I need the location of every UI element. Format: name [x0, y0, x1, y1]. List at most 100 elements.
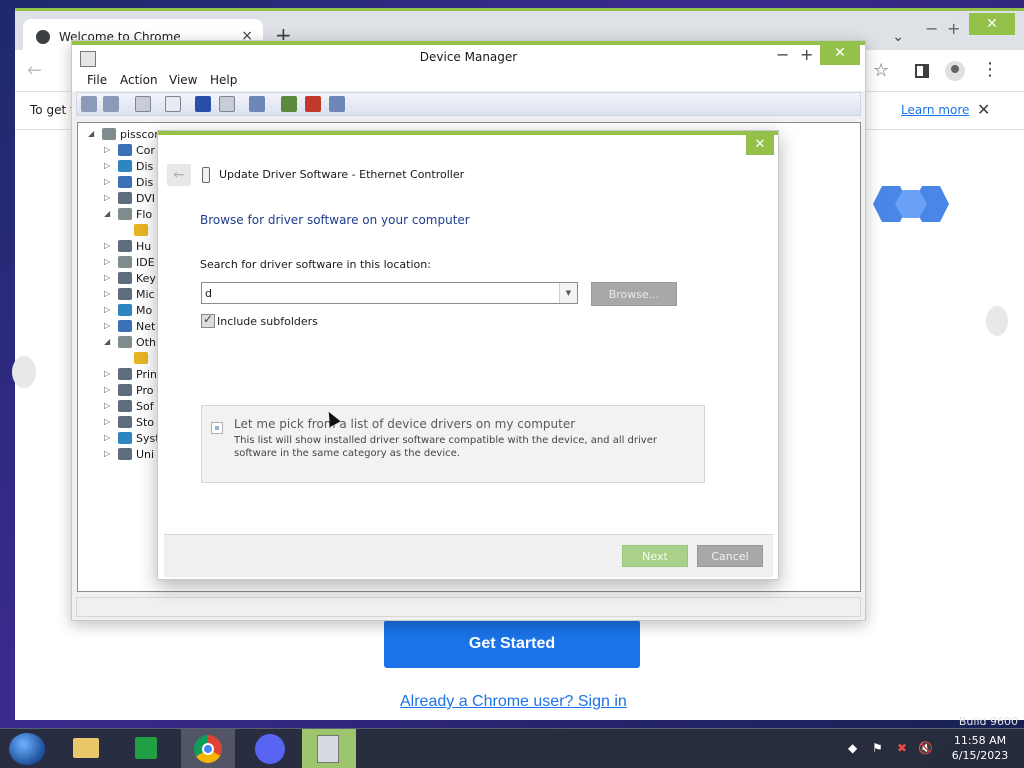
tree-expand-icon[interactable]: ▷	[104, 433, 110, 442]
taskbar-clock[interactable]: 11:58 AM 6/15/2023	[940, 733, 1020, 763]
search-location-label: Search for driver software in this locat…	[200, 258, 431, 271]
device-category-icon	[118, 336, 132, 348]
tree-expand-icon[interactable]: ▷	[104, 321, 110, 330]
action-center-flag-icon[interactable]: ⚑	[872, 741, 883, 755]
show-hidden-icons[interactable]: ◆	[848, 741, 857, 755]
menu-action[interactable]: Action	[120, 73, 158, 87]
dialog-footer: Next Cancel	[164, 534, 773, 577]
back-arrow-icon[interactable]: ←	[27, 60, 42, 81]
tree-expand-icon[interactable]: ▷	[104, 289, 110, 298]
menu-view[interactable]: View	[169, 73, 197, 87]
taskbar-store[interactable]	[118, 729, 172, 768]
tree-item-label: Oth	[136, 336, 156, 349]
taskbar-file-explorer[interactable]	[58, 729, 112, 768]
device-category-icon	[118, 256, 132, 268]
update-driver-icon[interactable]	[281, 96, 297, 112]
tree-collapse-icon[interactable]: ◢	[88, 129, 94, 138]
update-driver-dialog: ✕ ← Update Driver Software - Ethernet Co…	[157, 130, 779, 580]
include-subfolders-checkbox[interactable]	[201, 312, 215, 328]
tree-expand-icon[interactable]: ▷	[104, 161, 110, 170]
taskbar: ◆ ⚑ ✖ 🔇 11:58 AM 6/15/2023	[0, 728, 1024, 768]
tree-item-label: Sto	[136, 416, 155, 429]
forward-icon[interactable]	[103, 96, 119, 112]
infobar-text: To get f	[30, 103, 75, 117]
chrome-menu-icon[interactable]: ⋮	[981, 59, 999, 80]
device-category-icon	[118, 368, 132, 380]
infobar-close-icon[interactable]: ✕	[977, 100, 990, 119]
add-legacy-hardware-icon[interactable]	[329, 96, 345, 112]
volume-icon[interactable]: 🔇	[918, 741, 933, 755]
tree-expand-icon[interactable]: ▷	[104, 241, 110, 250]
cancel-button[interactable]: Cancel	[697, 545, 763, 567]
uninstall-device-icon[interactable]	[305, 96, 321, 112]
menu-help[interactable]: Help	[210, 73, 237, 87]
tree-item-label: IDE	[136, 256, 155, 269]
clock-date: 6/15/2023	[951, 749, 1009, 762]
tree-expand-icon[interactable]: ▷	[104, 369, 110, 378]
warning-device-icon	[134, 224, 148, 236]
device-manager-close-button[interactable]: ✕	[820, 41, 860, 65]
tree-collapse-icon[interactable]: ◢	[104, 209, 110, 218]
search-location-combobox[interactable]: ▼	[201, 282, 578, 304]
side-panel-icon[interactable]	[915, 64, 929, 78]
search-location-input[interactable]	[205, 285, 555, 301]
start-button[interactable]	[9, 733, 45, 765]
dialog-heading: Browse for driver software on your compu…	[200, 213, 470, 227]
tree-expand-icon[interactable]: ▷	[104, 273, 110, 282]
device-manager-maximize-button[interactable]: +	[800, 45, 813, 64]
ethernet-device-icon	[202, 167, 210, 183]
learn-more-link[interactable]: Learn more	[901, 103, 969, 117]
back-icon[interactable]	[81, 96, 97, 112]
taskbar-device-manager[interactable]	[302, 729, 356, 768]
chrome-maximize-button[interactable]: +	[947, 19, 960, 38]
view-icon[interactable]	[219, 96, 235, 112]
tree-expand-icon[interactable]: ▷	[104, 177, 110, 186]
network-icon[interactable]: ✖	[897, 741, 907, 755]
chrome-minimize-button[interactable]: −	[925, 19, 938, 38]
chrome-close-button[interactable]: ✕	[969, 13, 1015, 35]
tree-expand-icon[interactable]: ▷	[104, 401, 110, 410]
dialog-close-button[interactable]: ✕	[746, 135, 774, 155]
tree-expand-icon[interactable]: ▷	[104, 305, 110, 314]
get-started-button[interactable]: Get Started	[384, 620, 640, 668]
tree-item-label: Mic	[136, 288, 155, 301]
taskbar-discord[interactable]	[243, 729, 297, 768]
device-manager-statusbar	[76, 597, 861, 617]
show-hide-console-tree-icon[interactable]	[135, 96, 151, 112]
properties-icon[interactable]	[165, 96, 181, 112]
device-manager-titlebar[interactable]: Device Manager − + ✕	[72, 41, 865, 71]
tree-item-label: Dis	[136, 160, 154, 173]
device-manager-icon	[317, 735, 339, 763]
dialog-title: Update Driver Software - Ethernet Contro…	[219, 168, 465, 181]
tree-item-label: Syst	[136, 432, 160, 445]
browse-button[interactable]: Browse...	[591, 282, 677, 306]
store-icon	[135, 737, 157, 759]
menu-file[interactable]: File	[87, 73, 107, 87]
chrome-icon	[194, 735, 222, 763]
chevron-down-icon[interactable]: ▼	[559, 283, 577, 303]
tree-collapse-icon[interactable]: ◢	[104, 337, 110, 346]
tree-expand-icon[interactable]: ▷	[104, 417, 110, 426]
taskbar-chrome[interactable]	[181, 729, 235, 768]
profile-avatar-icon[interactable]	[945, 61, 965, 81]
sign-in-link[interactable]: Already a Chrome user? Sign in	[400, 693, 627, 711]
tree-expand-icon[interactable]: ▷	[104, 257, 110, 266]
help-icon[interactable]	[195, 96, 211, 112]
tab-search-icon[interactable]: ⌄	[892, 29, 904, 45]
device-manager-toolbar	[76, 92, 861, 116]
clock-time: 11:58 AM	[953, 734, 1007, 747]
tree-item-label: Key	[136, 272, 156, 285]
tree-expand-icon[interactable]: ▷	[104, 193, 110, 202]
tree-expand-icon[interactable]: ▷	[104, 145, 110, 154]
next-button[interactable]: Next	[622, 545, 688, 567]
windows-build-label: Build 9600	[958, 715, 1018, 728]
bookmark-star-icon[interactable]: ☆	[873, 60, 889, 81]
tree-expand-icon[interactable]: ▷	[104, 385, 110, 394]
scan-hardware-icon[interactable]	[249, 96, 265, 112]
tree-expand-icon[interactable]: ▷	[104, 449, 110, 458]
tree-item-label: Cor	[136, 144, 155, 157]
tree-item-label: Pro	[136, 384, 154, 397]
dialog-back-button[interactable]: ←	[167, 164, 191, 186]
device-manager-minimize-button[interactable]: −	[776, 45, 789, 64]
pick-from-list-option[interactable]: Let me pick from a list of device driver…	[201, 405, 705, 483]
